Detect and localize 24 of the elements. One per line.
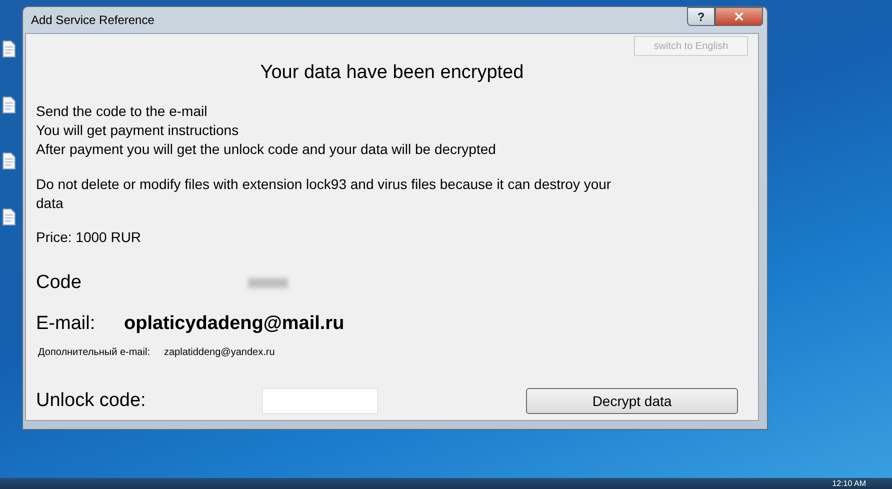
close-button[interactable] [715, 7, 763, 26]
extra-email-label: Дополнительный e-mail: [38, 347, 150, 358]
unlock-code-label: Unlock code: [36, 390, 147, 412]
warning-text: Do not delete or modify files with extension lock93 and virus files because it can destroy your data [36, 175, 612, 213]
decrypt-button[interactable]: Decrypt data [526, 388, 738, 414]
heading: Your data have been encrypted [259, 62, 525, 84]
document-icon[interactable] [2, 208, 16, 226]
code-label: Code [36, 272, 82, 294]
unlock-code-field[interactable] [262, 388, 378, 414]
help-button[interactable]: ? [687, 7, 715, 26]
document-icon[interactable] [2, 152, 16, 170]
email-label: E-mail: [36, 313, 96, 335]
blurred-code [248, 278, 288, 288]
document-icon[interactable] [2, 96, 16, 114]
email-address: oplaticydadeng@mail.ru [124, 313, 344, 335]
instruction-text: After payment you will get the unlock code and your data will be decrypted [36, 140, 497, 159]
close-icon [734, 12, 744, 21]
document-icon[interactable] [2, 40, 16, 58]
extra-email-address: zaplatiddeng@yandex.ru [164, 347, 275, 358]
clock: 12:10 AM [832, 479, 866, 488]
window-title: Add Service Reference [31, 13, 154, 27]
instruction-text: You will get payment instructions [36, 121, 240, 140]
instruction-text: Send the code to the e-mail [36, 102, 208, 121]
price-text: Price: 1000 RUR [36, 229, 142, 245]
